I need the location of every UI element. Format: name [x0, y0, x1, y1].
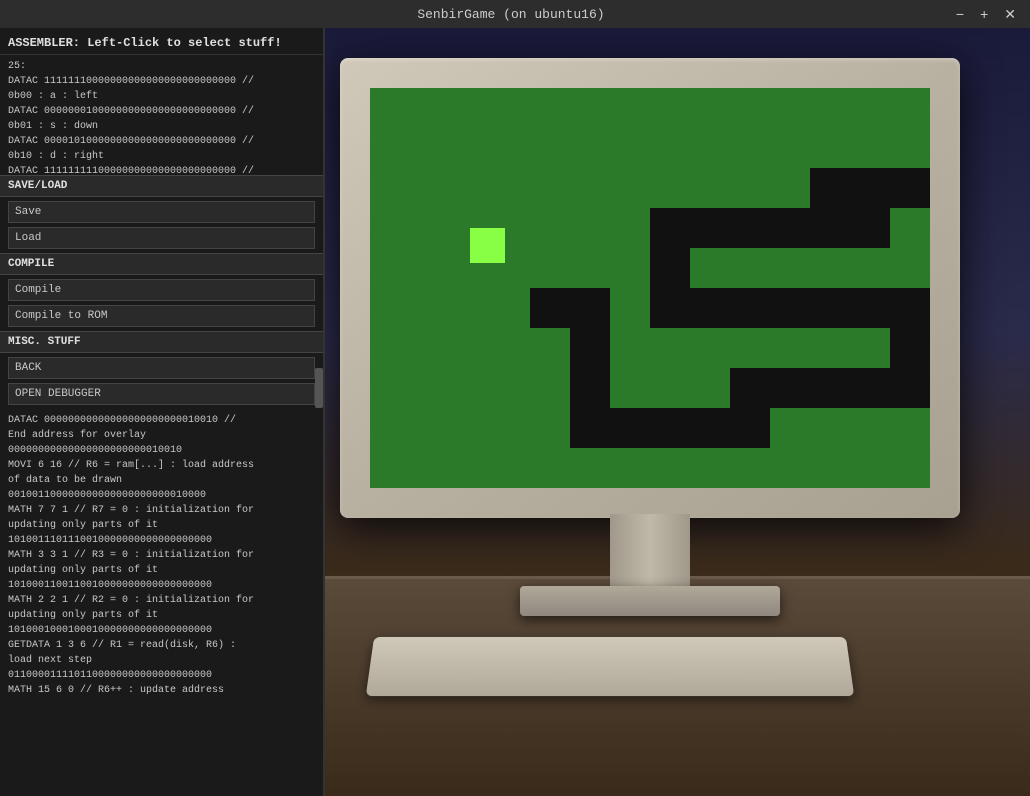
code-line: 0b00 : a : left: [8, 89, 315, 104]
code-line: 00000000000000000000000010010: [8, 443, 315, 458]
assembler-header: ASSEMBLER: Left-Click to select stuff!: [0, 28, 323, 55]
code-line: updating only parts of it: [8, 518, 315, 533]
monitor-frame: [340, 58, 960, 518]
code-line: 001001100000000000000000000010000: [8, 488, 315, 503]
open-debugger-button[interactable]: OPEN DEBUGGER: [8, 383, 315, 405]
compile-to-rom-button[interactable]: Compile to ROM: [8, 305, 315, 327]
code-line: 1010011101110010000000000000000000: [8, 533, 315, 548]
code-line: DATAC 00001010000000000000000000000000 /…: [8, 134, 315, 149]
monitor-screen: [370, 88, 930, 488]
save-button[interactable]: Save: [8, 201, 315, 223]
monitor: [340, 58, 990, 578]
monitor-stand-neck: [610, 514, 690, 594]
monitor-stand-base: [520, 586, 780, 616]
keyboard: [366, 637, 854, 696]
code-area-bottom: DATAC 00000000000000000000000010010 // E…: [0, 409, 323, 702]
close-button[interactable]: ✕: [1000, 6, 1020, 23]
code-line: load next step: [8, 653, 315, 668]
code-line: MOVI 6 16 // R6 = ram[...] : load addres…: [8, 458, 315, 473]
code-line: MATH 3 3 1 // R3 = 0 : initialization fo…: [8, 548, 315, 563]
left-panel: ASSEMBLER: Left-Click to select stuff! 2…: [0, 28, 325, 796]
code-area-top: 25: DATAC 111111100000000000000000000000…: [0, 55, 323, 175]
scroll-handle[interactable]: [315, 368, 323, 408]
code-line: updating only parts of it: [8, 608, 315, 623]
misc-header: MISC. STUFF: [0, 331, 323, 353]
game-display: [370, 88, 930, 488]
code-line: DATAC 11111111100000000000000000000000 /…: [8, 164, 315, 175]
window-title: SenbirGame (on ubuntu16): [70, 7, 952, 22]
code-line: 0b01 : s : down: [8, 119, 315, 134]
compile-header: COMPILE: [0, 253, 323, 275]
compile-button[interactable]: Compile: [8, 279, 315, 301]
code-line: End address for overlay: [8, 428, 315, 443]
load-button[interactable]: Load: [8, 227, 315, 249]
code-line: 1010001000100010000000000000000000: [8, 623, 315, 638]
code-line: 0b10 : d : right: [8, 149, 315, 164]
code-line: updating only parts of it: [8, 563, 315, 578]
code-line: MATH 2 2 1 // R2 = 0 : initialization fo…: [8, 593, 315, 608]
code-line: DATAC 00000001000000000000000000000000 /…: [8, 104, 315, 119]
code-line: 1010001100110010000000000000000000: [8, 578, 315, 593]
window-controls: − + ✕: [952, 6, 1020, 23]
title-bar: SenbirGame (on ubuntu16) − + ✕: [0, 0, 1030, 28]
code-line: DATAC 11111110000000000000000000000000 /…: [8, 74, 315, 89]
back-button[interactable]: BACK: [8, 357, 315, 379]
code-line: GETDATA 1 3 6 // R1 = read(disk, R6) :: [8, 638, 315, 653]
maximize-button[interactable]: +: [976, 6, 992, 23]
minimize-button[interactable]: −: [952, 6, 968, 23]
code-line: MATH 7 7 1 // R7 = 0 : initialization fo…: [8, 503, 315, 518]
save-load-header: SAVE/LOAD: [0, 175, 323, 197]
code-line: MATH 15 6 0 // R6++ : update address: [8, 683, 315, 698]
code-line: of data to be drawn: [8, 473, 315, 488]
code-line: 25:: [8, 59, 315, 74]
code-line: DATAC 00000000000000000000000010010 //: [8, 413, 315, 428]
code-line: 0110000111101100000000000000000000: [8, 668, 315, 683]
